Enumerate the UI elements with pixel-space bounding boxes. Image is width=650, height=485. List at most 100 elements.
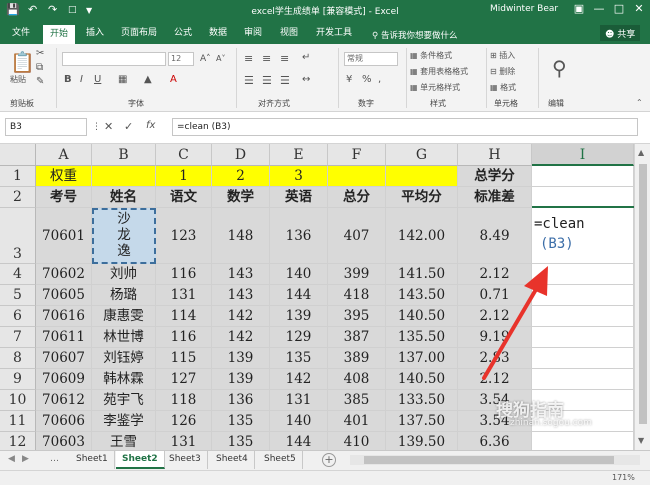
data-cell[interactable]: 142 [212, 327, 270, 348]
cell-i4[interactable] [532, 264, 634, 285]
confirm-entry-icon[interactable]: ✓ [124, 120, 133, 133]
data-cell[interactable]: 135 [270, 348, 328, 369]
row-header-9[interactable]: 9 [0, 369, 36, 390]
data-cell[interactable]: 131 [156, 432, 212, 450]
bold-icon[interactable]: B [64, 74, 72, 85]
header-cell[interactable]: 语文 [156, 187, 212, 208]
data-cell[interactable]: 141.50 [386, 264, 458, 285]
tab-home[interactable]: 开始 [43, 25, 76, 44]
data-cell[interactable]: 137.50 [386, 411, 458, 432]
ribbon-display-icon[interactable]: ▣ [572, 2, 586, 15]
percent-icon[interactable]: % [362, 74, 372, 85]
cell-i9[interactable] [532, 369, 634, 390]
align-right-icon[interactable]: ☰ [280, 74, 290, 87]
data-cell[interactable]: 389 [328, 348, 386, 369]
paste-label[interactable]: 粘贴 [10, 74, 26, 85]
data-cell[interactable]: 387 [328, 327, 386, 348]
column-header-e[interactable]: E [270, 144, 328, 166]
data-cell[interactable]: 118 [156, 390, 212, 411]
data-cell[interactable]: 408 [328, 369, 386, 390]
data-cell[interactable]: 144 [270, 432, 328, 450]
header-cell[interactable]: 平均分 [386, 187, 458, 208]
sheet-tab-sheet1[interactable]: Sheet1 [70, 451, 115, 469]
data-cell[interactable]: 70607 [36, 348, 92, 369]
fill-color-icon[interactable]: ▲ [144, 74, 152, 85]
share-button[interactable]: ☻ 共享 [600, 25, 641, 41]
cut-icon[interactable]: ✂ [36, 48, 44, 59]
data-cell[interactable]: 2.12 [458, 306, 532, 327]
data-cell[interactable]: 143 [212, 285, 270, 306]
select-all-corner[interactable] [0, 144, 36, 166]
sheet-tab-sheet4[interactable]: Sheet4 [210, 451, 255, 469]
formula-options-icon[interactable]: ⋮ [92, 122, 101, 132]
header-cell[interactable]: 考号 [36, 187, 92, 208]
data-cell[interactable]: 刘钰婷 [92, 348, 156, 369]
column-header-a[interactable]: A [36, 144, 92, 166]
data-cell[interactable]: 395 [328, 306, 386, 327]
data-cell[interactable]: 140 [270, 264, 328, 285]
data-cell[interactable]: 144 [270, 285, 328, 306]
cancel-entry-icon[interactable]: ✕ [104, 120, 113, 133]
data-cell[interactable]: 418 [328, 285, 386, 306]
header-cell[interactable]: 标准差 [458, 187, 532, 208]
data-cell[interactable]: 142 [212, 306, 270, 327]
header-cell[interactable]: 数学 [212, 187, 270, 208]
add-sheet-button[interactable]: + [322, 453, 336, 467]
cell-i3-editor[interactable]: =clean (B3) [534, 214, 632, 254]
sheet-tab-sheet3[interactable]: Sheet3 [163, 451, 208, 469]
data-cell[interactable]: 131 [270, 390, 328, 411]
column-header-g[interactable]: G [386, 144, 458, 166]
name-box[interactable]: B3 [5, 118, 87, 136]
data-cell[interactable]: 407 [328, 208, 386, 264]
column-header-d[interactable]: D [212, 144, 270, 166]
conditional-formatting-button[interactable]: ▦ 条件格式 [410, 50, 452, 61]
row-header-2[interactable]: 2 [0, 187, 36, 208]
row-header-1[interactable]: 1 [0, 166, 36, 187]
data-cell[interactable]: 410 [328, 432, 386, 450]
data-cell[interactable]: 139.50 [386, 432, 458, 450]
font-size-box[interactable]: 12 [168, 52, 194, 66]
cell-i12[interactable] [532, 432, 634, 450]
cell-d1[interactable]: 2 [212, 166, 270, 187]
data-cell[interactable]: 70606 [36, 411, 92, 432]
vertical-scroll-thumb[interactable] [639, 164, 647, 424]
user-name[interactable]: Midwinter Bear [490, 4, 558, 14]
font-color-icon[interactable]: A [170, 74, 177, 85]
tab-data[interactable]: 数据 [209, 26, 227, 44]
format-as-table-button[interactable]: ▦ 套用表格格式 [410, 66, 468, 77]
data-cell[interactable]: 126 [156, 411, 212, 432]
data-cell[interactable]: 苑宇飞 [92, 390, 156, 411]
data-cell[interactable]: 2.12 [458, 264, 532, 285]
cell-i1[interactable] [532, 166, 634, 187]
data-cell[interactable]: 2.83 [458, 348, 532, 369]
close-icon[interactable]: ✕ [632, 2, 646, 15]
column-header-f[interactable]: F [328, 144, 386, 166]
scroll-up-icon[interactable]: ▲ [638, 148, 644, 157]
data-cell[interactable]: 8.49 [458, 208, 532, 264]
data-cell[interactable]: 127 [156, 369, 212, 390]
row-header-7[interactable]: 7 [0, 327, 36, 348]
italic-icon[interactable]: I [80, 74, 83, 85]
next-sheet-icon[interactable]: ▶ [22, 454, 29, 464]
cell-i8[interactable] [532, 348, 634, 369]
tab-page-layout[interactable]: 页面布局 [121, 26, 157, 44]
data-cell[interactable]: 136 [212, 390, 270, 411]
copy-icon[interactable]: ⧉ [36, 62, 43, 73]
cell-i2[interactable] [532, 187, 634, 208]
data-cell[interactable]: 70602 [36, 264, 92, 285]
data-cell[interactable]: 70611 [36, 327, 92, 348]
data-cell[interactable]: 142.00 [386, 208, 458, 264]
format-cells-button[interactable]: ▦ 格式 [490, 82, 516, 93]
sheet-tab-sheet5[interactable]: Sheet5 [258, 451, 303, 469]
row-header-12[interactable]: 12 [0, 432, 36, 450]
tell-me-box[interactable]: ⚲ 告诉我你想要做什么 [372, 29, 457, 41]
minimize-icon[interactable]: — [592, 2, 606, 15]
data-cell[interactable]: 2.12 [458, 369, 532, 390]
data-cell[interactable]: 140.50 [386, 369, 458, 390]
formula-input[interactable]: =clean (B3) [172, 118, 638, 136]
data-cell[interactable]: 李鉴学 [92, 411, 156, 432]
data-cell[interactable]: 116 [156, 327, 212, 348]
tab-view[interactable]: 视图 [280, 26, 298, 44]
align-center-icon[interactable]: ☰ [262, 74, 272, 87]
data-cell[interactable]: 139 [270, 306, 328, 327]
